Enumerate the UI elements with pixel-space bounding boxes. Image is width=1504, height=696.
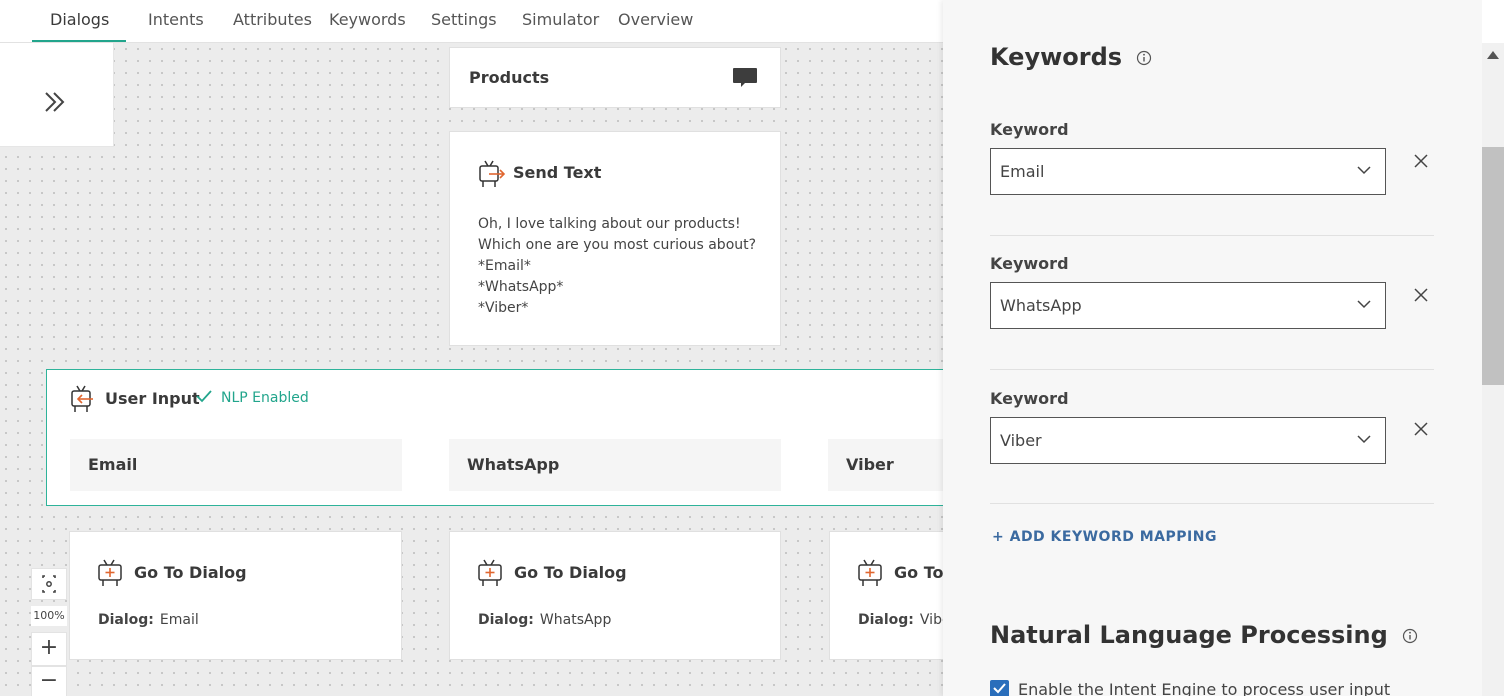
robot-goto-icon	[478, 559, 502, 586]
zoom-level: 100%	[31, 606, 67, 626]
goto-dialog-title: Go To Dialog	[134, 563, 247, 582]
user-input-keyword-viber[interactable]: Viber	[828, 439, 943, 491]
send-text-card[interactable]: Send Text Oh, I love talking about our p…	[449, 131, 781, 346]
tab-overview[interactable]: Overview	[618, 0, 693, 42]
add-keyword-mapping-button[interactable]: + ADD KEYWORD MAPPING	[992, 529, 1217, 545]
chat-bubble-icon	[733, 68, 757, 87]
goto-dialog-card-whatsapp[interactable]: Go To Dialog Dialog: WhatsApp	[449, 531, 781, 660]
intent-engine-label: Enable the Intent Engine to process user…	[1018, 680, 1391, 696]
plus-icon: +	[39, 635, 59, 660]
checkmark-icon	[993, 683, 1006, 694]
info-icon[interactable]	[1136, 50, 1152, 66]
expand-sidebar-button[interactable]	[0, 43, 114, 147]
send-text-title: Send Text	[513, 163, 602, 182]
keywords-heading: Keywords	[990, 43, 1152, 71]
robot-input-icon	[71, 385, 93, 412]
keyword-select-email[interactable]: Email	[990, 148, 1386, 195]
scrollbar-top-area	[1482, 0, 1504, 43]
products-card-title: Products	[469, 68, 550, 87]
chevron-down-icon	[1357, 435, 1371, 444]
tab-attributes[interactable]: Attributes	[233, 0, 312, 42]
goto-dialog-target: Dialog:Vibe	[858, 612, 943, 628]
goto-dialog-title: Go To	[894, 563, 943, 582]
fit-screen-icon	[42, 575, 56, 593]
zoom-out-button[interactable]: −	[31, 666, 67, 696]
tab-settings[interactable]: Settings	[431, 0, 497, 42]
goto-dialog-title: Go To Dialog	[514, 563, 627, 582]
nlp-enabled-badge: NLP Enabled	[221, 390, 309, 406]
user-input-keyword-email[interactable]: Email	[70, 439, 402, 491]
user-input-card[interactable]: User Input NLP Enabled Email WhatsApp Vi…	[46, 369, 943, 506]
robot-goto-icon	[98, 559, 122, 586]
user-input-keyword-whatsapp[interactable]: WhatsApp	[449, 439, 781, 491]
divider	[990, 235, 1434, 236]
intent-engine-checkbox[interactable]	[990, 680, 1009, 696]
close-icon[interactable]	[1414, 288, 1428, 302]
tab-dialogs[interactable]: Dialogs	[50, 0, 109, 42]
tab-keywords[interactable]: Keywords	[329, 0, 406, 42]
goto-dialog-target: Dialog: Email	[98, 612, 199, 628]
nlp-heading: Natural Language Processing	[990, 621, 1418, 649]
chevron-down-icon	[1357, 300, 1371, 309]
keyword-label: Keyword	[990, 389, 1069, 408]
tab-intents[interactable]: Intents	[148, 0, 204, 42]
double-chevron-right-icon	[45, 92, 65, 112]
scroll-up-arrow-icon[interactable]	[1487, 51, 1499, 59]
active-tab-indicator	[32, 40, 126, 42]
dialog-canvas[interactable]: Products Send Text Oh, I love talking ab…	[0, 43, 943, 696]
close-icon[interactable]	[1414, 154, 1428, 168]
keyword-label: Keyword	[990, 254, 1069, 273]
checkmark-icon	[196, 390, 212, 403]
goto-dialog-card-email[interactable]: Go To Dialog Dialog: Email	[69, 531, 402, 660]
tab-simulator[interactable]: Simulator	[522, 0, 599, 42]
scrollbar-thumb[interactable]	[1482, 147, 1504, 385]
minus-icon: −	[39, 668, 59, 693]
info-icon[interactable]	[1402, 628, 1418, 644]
keyword-select-whatsapp[interactable]: WhatsApp	[990, 282, 1386, 329]
robot-send-icon	[479, 160, 506, 187]
keywords-side-panel: Keywords Keyword Email Keyword WhatsApp …	[943, 0, 1482, 696]
goto-dialog-card-viber[interactable]: Go To Dialog:Vibe	[829, 531, 943, 660]
goto-dialog-target: Dialog: WhatsApp	[478, 612, 612, 628]
keyword-select-viber[interactable]: Viber	[990, 417, 1386, 464]
fit-to-screen-button[interactable]	[31, 568, 67, 600]
close-icon[interactable]	[1414, 422, 1428, 436]
send-text-message: Oh, I love talking about our products! W…	[478, 216, 757, 316]
keyword-label: Keyword	[990, 120, 1069, 139]
divider	[990, 503, 1434, 504]
chevron-down-icon	[1357, 166, 1371, 175]
products-card[interactable]: Products	[449, 47, 781, 108]
top-navigation: Dialogs Intents Attributes Keywords Sett…	[0, 0, 943, 43]
zoom-in-button[interactable]: +	[31, 632, 67, 666]
user-input-title: User Input	[105, 389, 200, 408]
divider	[990, 369, 1434, 370]
robot-goto-icon	[858, 559, 882, 586]
